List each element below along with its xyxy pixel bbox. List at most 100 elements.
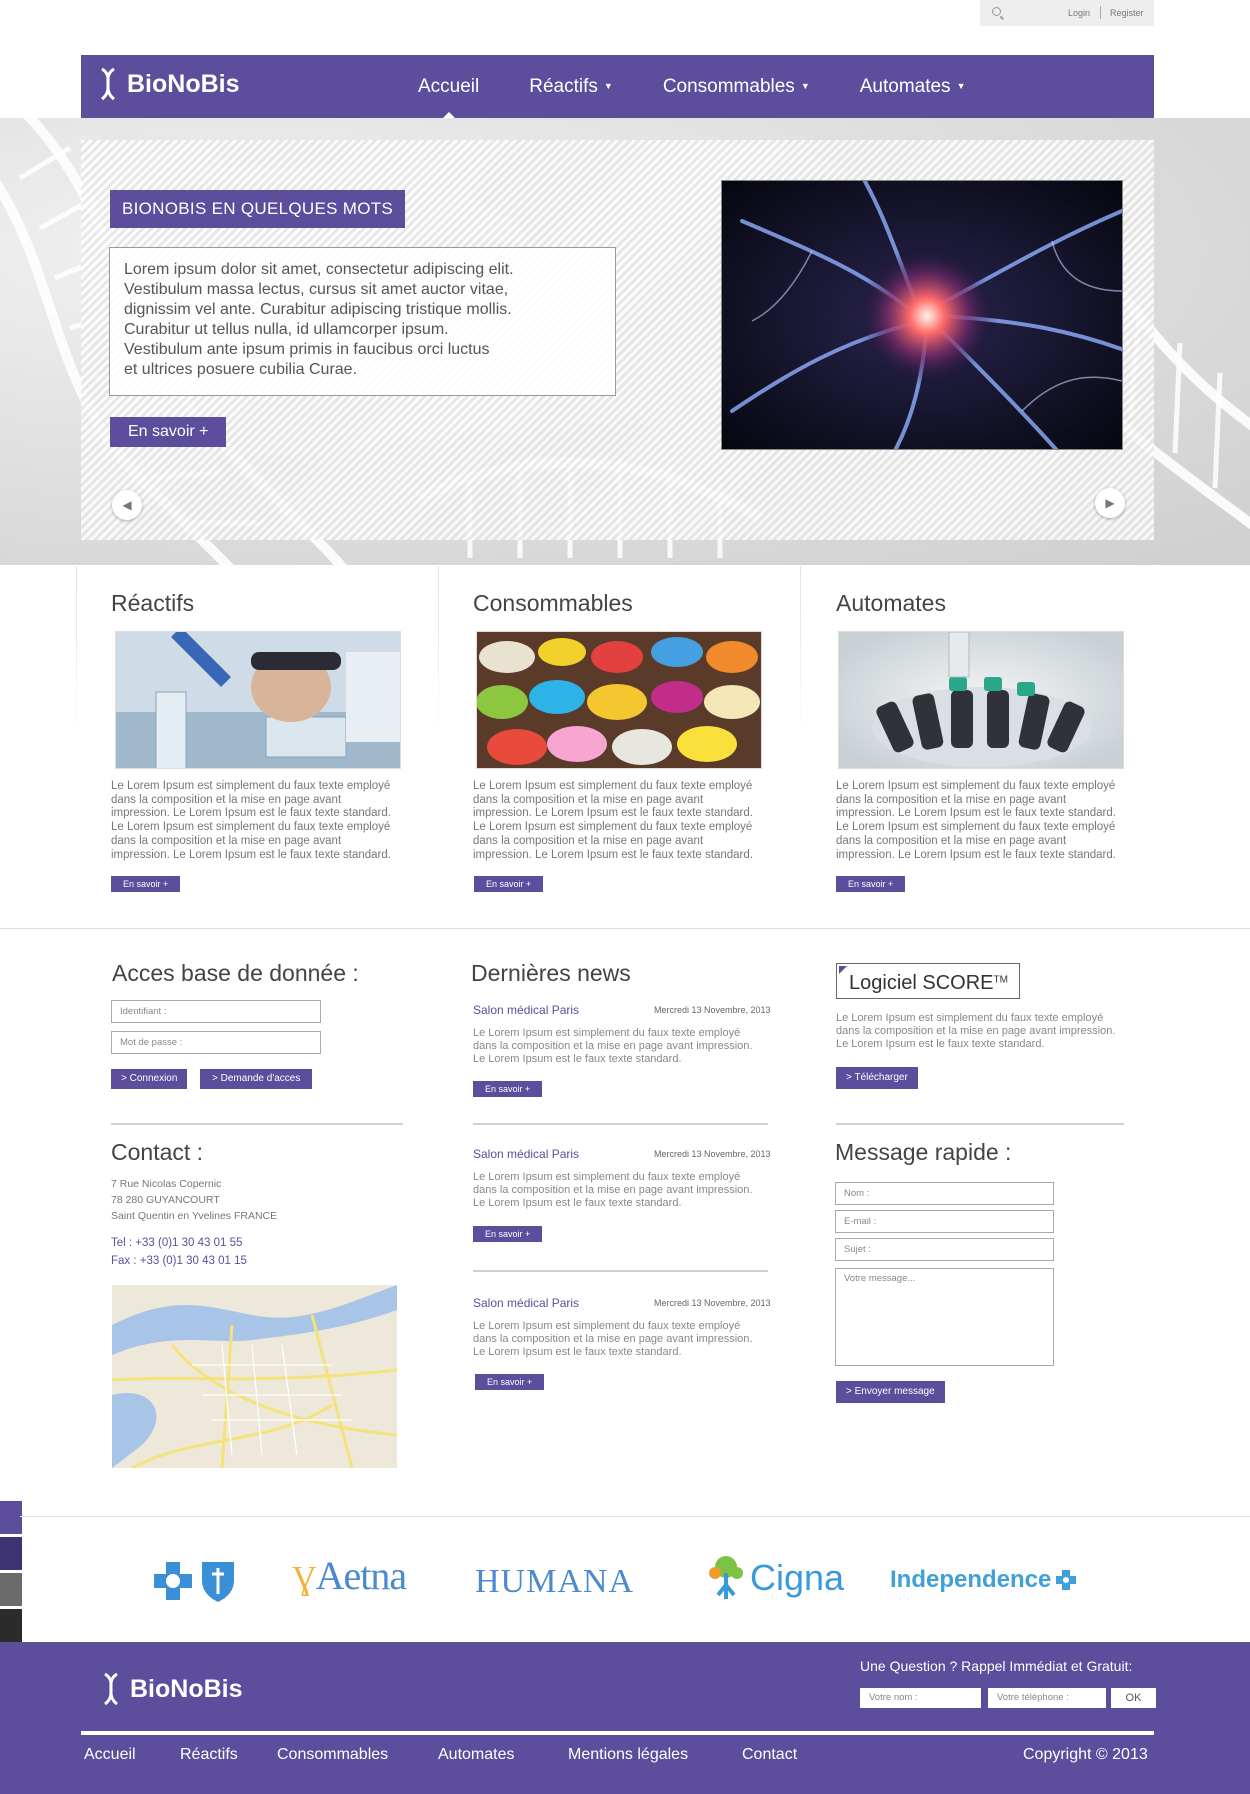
section-divider: [0, 928, 1250, 929]
news-learn-more-button[interactable]: En savoir +: [473, 1226, 543, 1242]
bluecross-logo[interactable]: [154, 1558, 239, 1602]
callback-ok-button[interactable]: OK: [1111, 1688, 1156, 1708]
address-line: Saint Quentin en Yvelines FRANCE: [111, 1210, 278, 1222]
footer-link-contact[interactable]: Contact: [742, 1746, 797, 1764]
product-title: Automates: [836, 590, 946, 616]
description-line: Le Lorem Ipsum est simplement du faux te…: [473, 821, 753, 834]
email-field[interactable]: E-mail :: [835, 1210, 1054, 1233]
login-link[interactable]: Login: [1068, 8, 1090, 18]
callback-name-field[interactable]: Votre nom :: [860, 1688, 981, 1708]
product-learn-more-button[interactable]: En savoir +: [474, 876, 544, 892]
search-icon[interactable]: [992, 7, 1001, 16]
humana-logo[interactable]: HUMANA: [475, 1563, 634, 1601]
contact-title: Contact :: [111, 1139, 204, 1165]
section-divider: [473, 1270, 768, 1272]
independence-logo[interactable]: Independence: [890, 1566, 1077, 1594]
cigna-tree-icon: [706, 1555, 746, 1601]
cigna-wordmark: Cigna: [750, 1557, 845, 1598]
footer: BioNoBis Une Question ? Rappel Immédiat …: [0, 1642, 1250, 1794]
nav-item-automates[interactable]: Automates ▼: [835, 55, 991, 118]
hero-text-line: et ultrices posuere cubilia Curae.: [124, 361, 358, 378]
brand-logo[interactable]: BioNoBis: [97, 67, 240, 101]
nav-item-reactifs[interactable]: Réactifs ▼: [504, 55, 638, 118]
description-line: Le Lorem Ipsum est simplement du faux te…: [836, 780, 1116, 792]
aetna-wordmark: Aetna: [315, 1553, 408, 1598]
carousel-next-button[interactable]: ▶: [1095, 488, 1125, 518]
product-learn-more-button[interactable]: En savoir +: [836, 876, 906, 892]
send-message-button[interactable]: > Envoyer message: [836, 1381, 945, 1403]
callback-phone-field[interactable]: Votre téléphone :: [988, 1688, 1106, 1708]
footer-link-automates[interactable]: Automates: [438, 1746, 514, 1764]
hero-text-line: Curabitur ut tellus nulla, id ullamcorpe…: [124, 321, 449, 338]
footer-link-mentions[interactable]: Mentions légales: [568, 1746, 688, 1764]
product-image-consommables[interactable]: [476, 631, 762, 769]
nav-item-consommables[interactable]: Consommables ▼: [638, 55, 835, 118]
news-title: Dernières news: [471, 960, 631, 986]
column-divider: [800, 566, 801, 741]
description-line: impression. Le Lorem Ipsum est le faux t…: [473, 807, 753, 820]
news-line: dans la composition et la mise en page a…: [473, 1184, 753, 1196]
description-line: dans la composition et la mise en page a…: [111, 793, 342, 806]
register-link[interactable]: Register: [1110, 8, 1144, 18]
footer-divider: [81, 1731, 1154, 1735]
news-item-date: Mercredi 13 Novembre, 2013: [654, 1005, 771, 1015]
hero-neuron-image: [721, 180, 1123, 450]
message-textarea[interactable]: Votre message...: [835, 1268, 1054, 1366]
footer-link-reactifs[interactable]: Réactifs: [180, 1746, 238, 1764]
footer-link-consommables[interactable]: Consommables: [277, 1746, 388, 1764]
news-item-date: Mercredi 13 Novembre, 2013: [654, 1298, 771, 1308]
copyright: Copyright © 2013: [1023, 1746, 1148, 1763]
hero-title: BIONOBIS EN QUELQUES MOTS: [110, 190, 406, 228]
column-divider: [76, 566, 77, 741]
aetna-logo[interactable]: ƔAetna: [292, 1552, 408, 1599]
hero-learn-more-button[interactable]: En savoir +: [110, 417, 227, 447]
contact-phones: Tel : +33 (0)1 30 43 01 55 Fax : +33 (0)…: [111, 1234, 247, 1270]
side-block: [0, 1609, 22, 1642]
brand-name: BioNoBis: [127, 69, 240, 98]
product-learn-more-button[interactable]: En savoir +: [111, 876, 181, 892]
footer-link-accueil[interactable]: Accueil: [84, 1746, 136, 1764]
subject-field[interactable]: Sujet :: [835, 1238, 1054, 1261]
carousel-prev-button[interactable]: ◀: [112, 490, 142, 520]
news-item-title[interactable]: Salon médical Paris: [473, 1296, 579, 1310]
cigna-logo[interactable]: Cigna: [706, 1555, 844, 1601]
side-block: [0, 1501, 22, 1534]
news-learn-more-button[interactable]: En savoir +: [475, 1374, 545, 1390]
contact-address: 7 Rue Nicolas Copernic 78 280 GUYANCOURT…: [111, 1176, 277, 1224]
request-access-button[interactable]: > Demande d'acces: [200, 1069, 313, 1089]
news-item-text: Le Lorem Ipsum est simplement du faux te…: [473, 1171, 758, 1210]
database-access-title: Acces base de donnée :: [112, 960, 359, 986]
description-line: impression. Le Lorem Ipsum est le faux t…: [836, 807, 1116, 820]
news-learn-more-button[interactable]: En savoir +: [473, 1081, 543, 1097]
news-line: Le Lorem Ipsum est simplement du faux te…: [473, 1320, 741, 1332]
login-button[interactable]: > Connexion: [111, 1069, 188, 1089]
news-item-title[interactable]: Salon médical Paris: [473, 1003, 579, 1017]
password-field[interactable]: Mot de passe :: [111, 1031, 321, 1054]
news-item-title[interactable]: Salon médical Paris: [473, 1147, 579, 1161]
blue-cross-icon: [1055, 1569, 1077, 1591]
description-line: dans la composition et la mise en page a…: [111, 834, 342, 847]
footer-brand-logo[interactable]: BioNoBis: [100, 1672, 243, 1706]
section-divider: [111, 1123, 403, 1125]
side-block: [0, 1537, 22, 1570]
aetna-figure-icon: Ɣ: [292, 1560, 317, 1597]
location-map[interactable]: [112, 1285, 397, 1468]
bluecross-icon: [154, 1562, 234, 1602]
description-line: Le Lorem Ipsum est simplement du faux te…: [111, 821, 391, 834]
software-title: Logiciel SCORE: [849, 972, 994, 994]
news-line: dans la composition et la mise en page a…: [473, 1333, 753, 1345]
product-image-reactifs[interactable]: [115, 631, 401, 769]
description-line: dans la composition et la mise en page a…: [473, 834, 704, 847]
dna-logo-icon: [100, 1672, 122, 1706]
nav-item-accueil[interactable]: Accueil: [393, 55, 504, 118]
section-divider: [473, 1123, 768, 1125]
chevron-right-icon: ▶: [1105, 496, 1115, 510]
product-image-automates[interactable]: [838, 631, 1124, 769]
news-line: Le Lorem Ipsum est simplement du faux te…: [473, 1171, 741, 1183]
description-line: impression. Le Lorem Ipsum est le faux t…: [111, 848, 391, 861]
brand-name: BioNoBis: [130, 1674, 243, 1703]
name-field[interactable]: Nom :: [835, 1182, 1054, 1205]
identifier-field[interactable]: Identifiant :: [111, 1000, 321, 1023]
download-button[interactable]: > Télécharger: [836, 1067, 918, 1089]
hero-text-line: Vestibulum ante ipsum primis in faucibus…: [124, 341, 490, 358]
